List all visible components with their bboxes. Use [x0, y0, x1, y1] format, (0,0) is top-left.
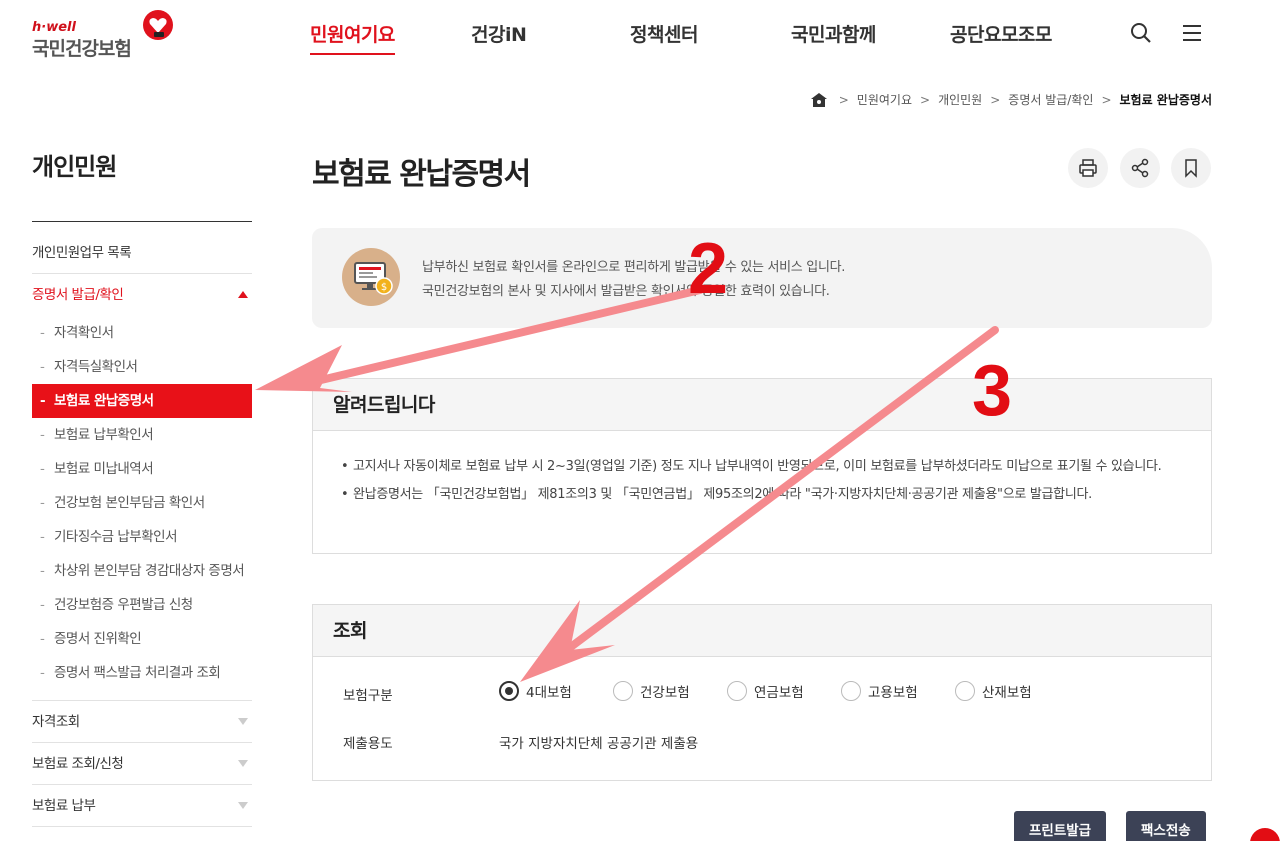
print-button[interactable] — [1068, 148, 1108, 188]
inquiry-box: 조회 보험구분 4대보험 건강보험 연금보험 고용보험 산재보험 제출용도 국가… — [312, 604, 1212, 781]
sidebar-subitem[interactable]: - 자격득실확인서 — [32, 350, 252, 384]
radio-unchecked-icon — [613, 681, 633, 701]
sidebar-item-certificate[interactable]: 증명서 발급/확인 — [32, 274, 252, 316]
radio-health-insurance[interactable]: 건강보험 — [613, 681, 727, 701]
breadcrumb-item[interactable]: 증명서 발급/확인 — [1008, 91, 1093, 108]
breadcrumb-item[interactable]: 개인민원 — [938, 91, 982, 108]
intro-text: 납부하신 보험료 확인서를 온라인으로 편리하게 발급받을 수 있는 서비스 입… — [422, 256, 845, 304]
sidebar-subitem[interactable]: - 보험료 미납내역서 — [32, 452, 252, 486]
annotation-number-2: 2 — [688, 229, 729, 309]
intro-line: 납부하신 보험료 확인서를 온라인으로 편리하게 발급받을 수 있는 서비스 입… — [422, 260, 846, 275]
sidebar-menu: 개인민원업무 목록 증명서 발급/확인 - 자격확인서 - 자격득실확인서 - 보험료… — [32, 232, 252, 827]
search-icon[interactable] — [1130, 22, 1152, 44]
heart-logo-icon — [143, 10, 173, 40]
radio-unchecked-icon — [955, 681, 975, 701]
sidebar-submenu: - 자격확인서 - 자격득실확인서 - 보험료 완납증명서 - 보험료 납부확인서 -보… — [32, 316, 252, 701]
insurance-type-radios: 4대보험 건강보험 연금보험 고용보험 산재보험 — [499, 681, 1069, 701]
sidebar-item-qualification[interactable]: 자격조회 — [32, 701, 252, 743]
chevron-down-icon — [238, 760, 248, 767]
bookmark-button[interactable] — [1171, 148, 1211, 188]
gnb-item-health-in[interactable]: 건강iN — [471, 20, 527, 47]
notice-list: 고지서나 자동이체로 보험료 납부 시 2~3일(영업일 기준) 정도 지나 납… — [313, 431, 1211, 530]
purpose-value: 국가 지방자치단체 공공기관 제출용 — [499, 736, 699, 752]
sidebar-item-task-list[interactable]: 개인민원업무 목록 — [32, 232, 252, 274]
radio-employment-insurance[interactable]: 고용보험 — [841, 681, 955, 701]
sidebar-divider — [32, 221, 252, 222]
sidebar-subitem[interactable]: - 건강보험 본인부담금 확인서 — [32, 486, 252, 520]
sidebar-subitem[interactable]: - 차상위 본인부담 경감대상자 증명서 — [32, 554, 252, 588]
page-title: 보험료 완납증명서 — [312, 157, 531, 192]
sidebar-subitem[interactable]: - 증명서 팩스발급 처리결과 조회 — [32, 656, 252, 690]
logo-tagline: h·well — [32, 20, 76, 35]
hamburger-menu-icon[interactable] — [1181, 22, 1203, 44]
purpose-label: 제출용도 — [343, 736, 393, 752]
radio-unchecked-icon — [841, 681, 861, 701]
sidebar-subitem[interactable]: - 증명서 진위확인 — [32, 622, 252, 656]
sidebar-item-premium-payment[interactable]: 보험료 납부 — [32, 785, 252, 827]
sidebar-item-label: 보험료 납부 — [32, 798, 96, 814]
monitor-coin-icon: $ — [342, 248, 400, 306]
notice-box: 알려드립니다 고지서나 자동이체로 보험료 납부 시 2~3일(영업일 기준) … — [312, 378, 1212, 554]
logo-name: 국민건강보험 — [32, 38, 132, 60]
radio-checked-icon — [499, 681, 519, 701]
service-intro: $ 납부하신 보험료 확인서를 온라인으로 편리하게 발급받을 수 있는 서비스… — [312, 228, 1212, 328]
chevron-right-icon: > — [920, 92, 931, 107]
chevron-right-icon: > — [1101, 92, 1112, 107]
breadcrumb-item[interactable]: 민원여기요 — [857, 91, 912, 108]
floating-red-button[interactable] — [1250, 828, 1280, 841]
sidebar-subitem[interactable]: - 자격확인서 — [32, 316, 252, 350]
sidebar-item-label: 개인민원업무 목록 — [32, 245, 132, 261]
notice-title: 알려드립니다 — [313, 379, 1211, 431]
gnb-item-minwon[interactable]: 민원여기요 — [310, 20, 395, 55]
fax-send-button[interactable]: 팩스전송 — [1126, 811, 1206, 841]
chevron-up-icon — [238, 291, 248, 298]
radio-unchecked-icon — [727, 681, 747, 701]
sidebar-item-label: 증명서 발급/확인 — [32, 287, 124, 303]
notice-item: 완납증명서는 「국민건강보험법」 제81조의3 및 「국민연금법」 제95조의2… — [341, 483, 1183, 506]
notice-item: 고지서나 자동이체로 보험료 납부 시 2~3일(영업일 기준) 정도 지나 납… — [341, 455, 1183, 478]
gnb-item-with-citizens[interactable]: 국민과함께 — [791, 20, 876, 47]
annotation-number-3: 3 — [972, 351, 1013, 431]
breadcrumb: > 민원여기요 > 개인민원 > 증명서 발급/확인 > 보험료 완납증명서 — [810, 91, 1213, 108]
radio-pension-insurance[interactable]: 연금보험 — [727, 681, 841, 701]
sidebar-title: 개인민원 — [32, 153, 117, 181]
chevron-down-icon — [238, 718, 248, 725]
gnb-item-policy-center[interactable]: 정책센터 — [630, 20, 698, 47]
chevron-right-icon: > — [838, 92, 849, 107]
intro-line: 국민건강보험의 본사 및 지사에서 발급받은 확인서와 동일한 효력이 있습니다… — [422, 284, 830, 299]
home-icon[interactable] — [810, 92, 827, 107]
chevron-down-icon — [238, 802, 248, 809]
print-icon — [1079, 159, 1097, 177]
breadcrumb-current: 보험료 완납증명서 — [1119, 93, 1213, 107]
svg-text:$: $ — [381, 282, 387, 293]
sidebar-item-label: 보험료 조회/신청 — [32, 756, 124, 772]
share-button[interactable] — [1120, 148, 1160, 188]
radio-4-insurances[interactable]: 4대보험 — [499, 681, 613, 701]
nhis-logo[interactable]: h·well 국민건강보험 — [32, 10, 182, 60]
print-issue-button[interactable]: 프린트발급 — [1014, 811, 1107, 841]
sidebar-item-premium-inquiry[interactable]: 보험료 조회/신청 — [32, 743, 252, 785]
inquiry-title: 조회 — [313, 605, 1211, 657]
sidebar-item-label: 자격조회 — [32, 714, 80, 730]
insurance-type-label: 보험구분 — [343, 688, 393, 704]
chevron-right-icon: > — [990, 92, 1001, 107]
radio-industrial-accident-insurance[interactable]: 산재보험 — [955, 681, 1069, 701]
gnb-item-about[interactable]: 공단요모조모 — [950, 20, 1052, 47]
inquiry-form: 보험구분 4대보험 건강보험 연금보험 고용보험 산재보험 제출용도 국가 지방… — [313, 657, 1211, 779]
sidebar-subitem[interactable]: - 건강보험증 우편발급 신청 — [32, 588, 252, 622]
sidebar-subitem-active[interactable]: - 보험료 완납증명서 — [32, 384, 252, 418]
bookmark-icon — [1185, 159, 1197, 178]
sidebar-subitem[interactable]: - 기타징수금 납부확인서 — [32, 520, 252, 554]
sidebar-subitem[interactable]: - 보험료 납부확인서 — [32, 418, 252, 452]
share-icon — [1131, 158, 1149, 178]
